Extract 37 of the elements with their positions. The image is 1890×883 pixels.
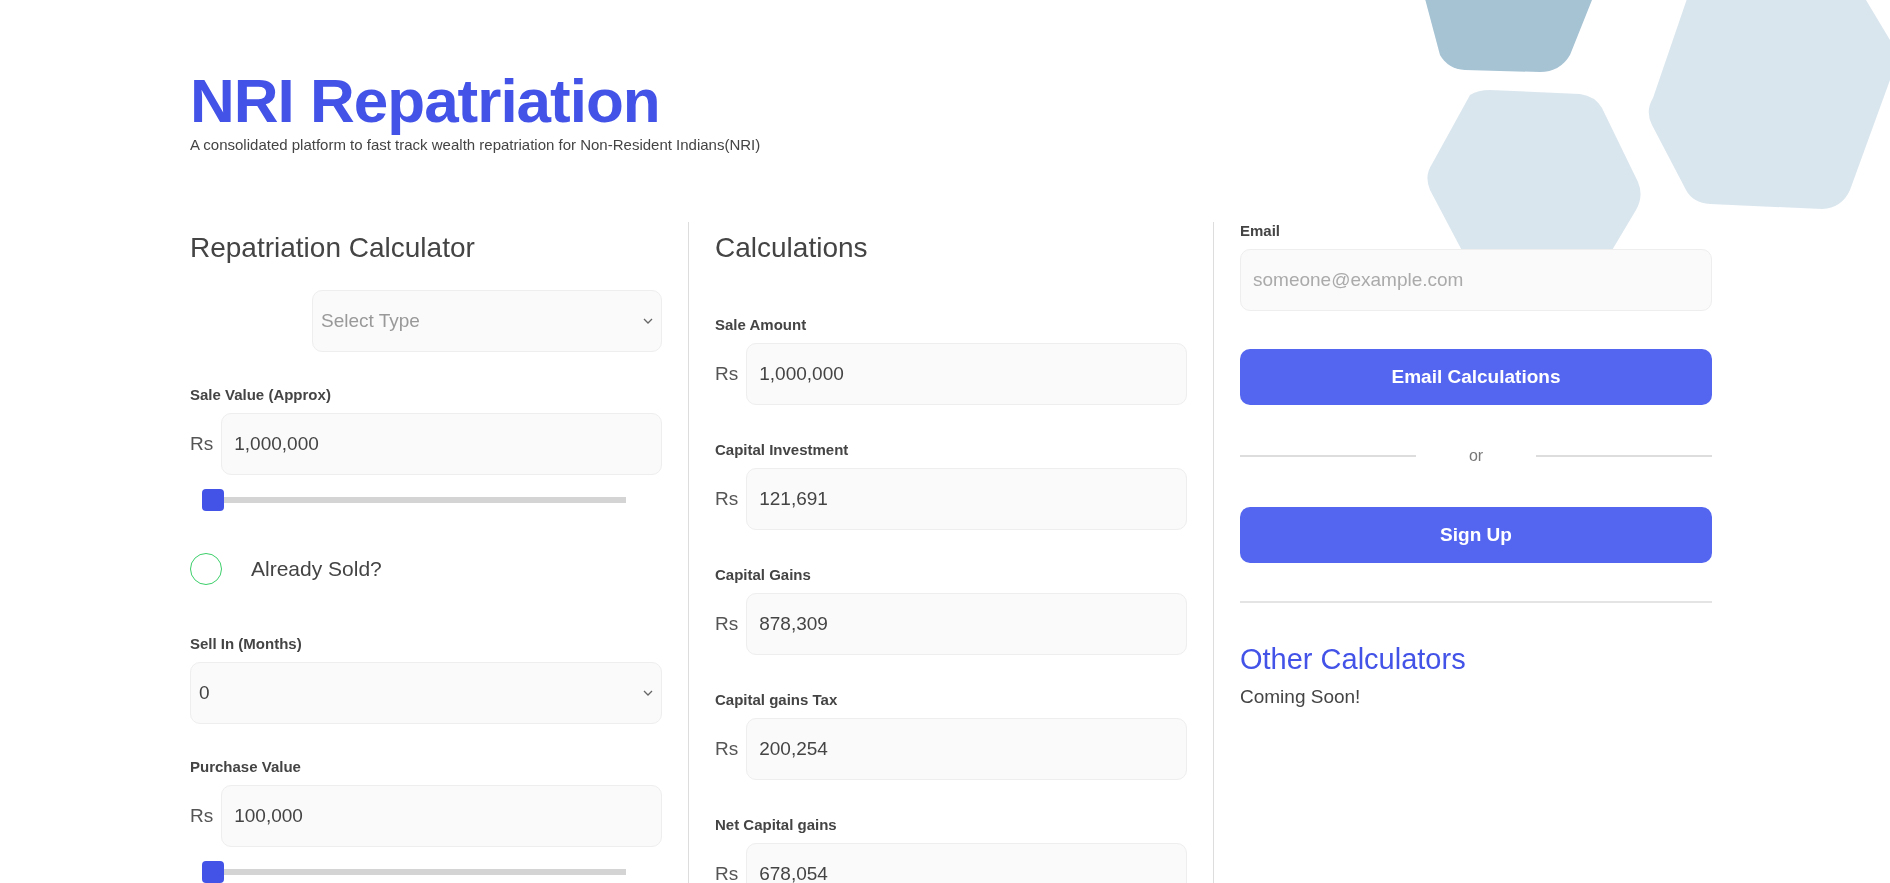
section-heading: Calculations <box>715 231 869 265</box>
currency-prefix: Rs <box>715 863 739 883</box>
currency-prefix: Rs <box>715 738 739 760</box>
field-label: Sale Amount <box>715 316 808 333</box>
email-input[interactable]: someone@example.com <box>1240 249 1712 311</box>
field-label: Sale Value (Approx) <box>190 386 332 403</box>
currency-prefix: Rs <box>190 805 214 827</box>
field-label: Net Capital gains <box>715 816 838 833</box>
field-label: Purchase Value <box>190 758 302 775</box>
section-heading: Other Calculators <box>1240 643 1467 676</box>
currency-prefix: Rs <box>715 613 739 635</box>
sign-up-button[interactable]: Sign Up <box>1240 507 1712 563</box>
coming-soon-text: Coming Soon! <box>1240 686 1362 708</box>
amount-output[interactable]: 1,000,000 <box>746 343 1187 405</box>
email-calculations-button[interactable]: Email Calculations <box>1240 349 1712 405</box>
amount-input[interactable]: 1,000,000 <box>221 413 662 475</box>
amount-output[interactable]: 678,054 <box>746 843 1187 883</box>
field-label: Capital Investment <box>715 441 850 458</box>
field-label: Email <box>1240 222 1282 239</box>
section-heading: Repatriation Calculator <box>190 231 476 265</box>
amount-output[interactable]: 200,254 <box>746 718 1187 780</box>
checkbox-label: Already Sold? <box>251 557 382 581</box>
field-label: Sell In (Months) <box>190 635 303 652</box>
field-label: Capital Gains <box>715 566 812 583</box>
amount-input[interactable]: 100,000 <box>221 785 662 847</box>
currency-prefix: Rs <box>715 488 739 510</box>
slider-thumb[interactable] <box>202 861 224 883</box>
amount-output[interactable]: 121,691 <box>746 468 1187 530</box>
slider-thumb[interactable] <box>202 489 224 511</box>
separator-text: or <box>1467 447 1485 465</box>
months-select[interactable]: 0 <box>190 662 662 724</box>
amount-output[interactable]: 878,309 <box>746 593 1187 655</box>
currency-prefix: Rs <box>190 433 214 455</box>
chevron-down-icon <box>643 690 653 696</box>
currency-prefix: Rs <box>715 363 739 385</box>
field-label: Capital gains Tax <box>715 691 839 708</box>
chevron-down-icon <box>643 318 653 324</box>
